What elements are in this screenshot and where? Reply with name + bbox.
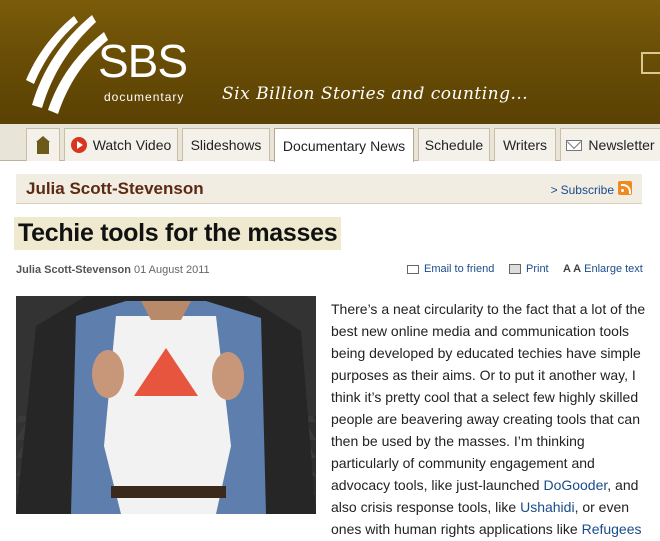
author-heading[interactable]: Julia Scott-Stevenson: [26, 179, 204, 199]
body-text-1: There’s a neat circularity to the fact t…: [331, 301, 646, 493]
article-image: [16, 296, 316, 514]
article-body: There’s a neat circularity to the fact t…: [331, 298, 646, 540]
nav-label: Newsletter: [588, 137, 655, 153]
mail-icon: [566, 139, 583, 151]
home-icon: [36, 136, 50, 154]
article-title: Techie tools for the masses: [14, 217, 342, 250]
email-label: Email to friend: [424, 263, 495, 275]
enlarge-label: Enlarge text: [584, 263, 643, 275]
printer-icon: [509, 264, 521, 274]
nav-slideshows[interactable]: Slideshows: [182, 128, 270, 161]
play-icon: [70, 137, 87, 153]
nav-newsletter[interactable]: Newsletter: [560, 128, 660, 161]
main-nav: Watch Video Slideshows Documentary News …: [0, 124, 660, 162]
nav-label: Documentary News: [282, 137, 406, 154]
text-size-icon: A A: [563, 263, 582, 275]
subscribe-arrow: >: [550, 183, 558, 197]
print-link[interactable]: Print: [509, 263, 549, 275]
header-search-box[interactable]: [641, 52, 660, 74]
nav-home[interactable]: [26, 128, 60, 161]
superhero-shirt-image: [16, 296, 316, 514]
rss-icon[interactable]: [618, 181, 632, 195]
nav-label: Schedule: [424, 137, 484, 153]
subscribe-link[interactable]: > Subscribe: [551, 183, 614, 197]
article-date: 01 August 2011: [133, 264, 210, 276]
nav-label: Watch Video: [92, 137, 172, 153]
author-bar: Julia Scott-Stevenson > Subscribe: [16, 174, 642, 204]
enlarge-text-link[interactable]: A A Enlarge text: [563, 263, 643, 275]
nav-documentary-news[interactable]: Documentary News: [274, 128, 414, 162]
link-ushahidi[interactable]: Ushahidi: [520, 499, 574, 515]
nav-label: Slideshows: [190, 137, 262, 153]
link-refugees[interactable]: Refugees: [582, 521, 642, 537]
email-to-friend[interactable]: Email to friend: [407, 263, 494, 275]
nav-schedule[interactable]: Schedule: [418, 128, 490, 161]
sbs-logo-text[interactable]: SBS: [98, 38, 188, 84]
nav-writers[interactable]: Writers: [494, 128, 556, 161]
subscribe-label: Subscribe: [560, 183, 614, 197]
nav-watch-video[interactable]: Watch Video: [64, 128, 178, 161]
site-header: SBS documentary Six Billion Stories and …: [0, 0, 660, 124]
link-dogooder[interactable]: DoGooder: [543, 477, 607, 493]
envelope-icon: [407, 264, 419, 274]
tagline: Six Billion Stories and counting...: [222, 84, 529, 104]
article-author[interactable]: Julia Scott-Stevenson: [16, 264, 131, 276]
sbs-logo-subtitle: documentary: [104, 90, 185, 104]
nav-label: Writers: [502, 137, 548, 153]
print-label: Print: [526, 263, 549, 275]
article-meta: Julia Scott-Stevenson 01 August 2011: [16, 264, 210, 276]
